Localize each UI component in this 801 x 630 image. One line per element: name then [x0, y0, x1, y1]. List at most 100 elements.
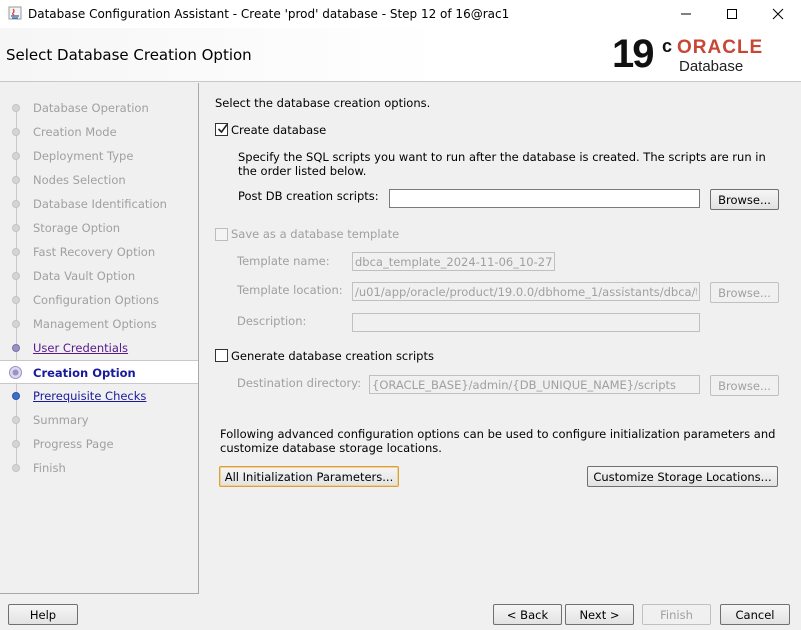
save-template-label[interactable]: Save as a database template [231, 227, 399, 241]
sidebar-step: Configuration Options [0, 288, 198, 312]
sidebar-step-label: Prerequisite Checks [33, 389, 147, 403]
logo-product: Database [679, 58, 744, 75]
sidebar-step[interactable]: User Credentials [0, 336, 198, 360]
create-database-checkbox[interactable] [215, 123, 228, 136]
template-name-value: dbca_template_2024-11-06_10-27-< [355, 255, 552, 269]
customize-storage-button[interactable]: Customize Storage Locations... [587, 466, 778, 487]
wizard-footer: Help < Back Next > Finish Cancel [0, 595, 801, 630]
sidebar-step: Management Options [0, 312, 198, 336]
scripts-description-line2: the order listed below. [238, 164, 367, 178]
sidebar-step: Nodes Selection [0, 168, 198, 192]
sidebar-step: Storage Option [0, 216, 198, 240]
sidebar-step-label: Management Options [33, 317, 157, 331]
generate-scripts-checkbox[interactable] [215, 349, 228, 362]
step-status-icon [12, 104, 20, 112]
sidebar-step[interactable]: Creation Option [0, 360, 198, 384]
step-status-icon [12, 344, 20, 352]
sidebar-step: Deployment Type [0, 144, 198, 168]
logo-brand: ORACLE [677, 37, 764, 58]
finish-button[interactable]: Finish [642, 604, 711, 625]
template-location-value: /u01/app/oracle/product/19.0.0/dbhome_1/… [355, 285, 697, 299]
sidebar-step: Database Operation [0, 96, 198, 120]
sidebar-step-label: Storage Option [33, 221, 121, 235]
step-status-icon [12, 152, 20, 160]
sidebar-step: Fast Recovery Option [0, 240, 198, 264]
help-button[interactable]: Help [8, 604, 78, 625]
sidebar-step-label: Deployment Type [33, 149, 134, 163]
next-button[interactable]: Next > [565, 604, 634, 625]
create-database-label[interactable]: Create database [231, 123, 326, 137]
destination-directory-input[interactable]: {ORACLE_BASE}/admin/{DB_UNIQUE_NAME}/scr… [369, 375, 700, 394]
sidebar-step-label: Database Operation [33, 101, 149, 115]
template-location-browse-button[interactable]: Browse... [710, 282, 779, 303]
java-app-icon [8, 6, 22, 20]
back-button[interactable]: < Back [493, 604, 562, 625]
step-status-icon [12, 200, 20, 208]
template-description-label: Description: [237, 314, 307, 328]
step-status-icon [12, 416, 20, 424]
template-name-input[interactable]: dbca_template_2024-11-06_10-27-< [352, 252, 555, 271]
advanced-options-line1: Following advanced configuration options… [220, 427, 776, 441]
sidebar-step: Creation Mode [0, 120, 198, 144]
close-icon [772, 8, 784, 20]
maximize-icon [727, 9, 737, 19]
minimize-button[interactable] [663, 0, 709, 28]
window-title: Database Configuration Assistant - Creat… [28, 7, 510, 21]
save-template-checkbox[interactable] [215, 228, 228, 241]
scripts-description-line1: Specify the SQL scripts you want to run … [238, 150, 766, 164]
sidebar-step[interactable]: Prerequisite Checks [0, 384, 198, 408]
sidebar-step-label: Database Identification [33, 197, 167, 211]
template-location-input[interactable]: /u01/app/oracle/product/19.0.0/dbhome_1/… [352, 282, 700, 301]
sidebar-step: Finish [0, 456, 198, 480]
oracle-19c-logo: 19 c ORACLE Database [612, 32, 792, 78]
all-init-parameters-button[interactable]: All Initialization Parameters... [219, 466, 399, 487]
sidebar-step-label: Summary [33, 413, 89, 427]
sidebar-step: Data Vault Option [0, 264, 198, 288]
sidebar-step-label: Creation Mode [33, 125, 117, 139]
page-header: Select Database Creation Option 19 c ORA… [0, 28, 801, 82]
sidebar-step-label: Configuration Options [33, 293, 160, 307]
minimize-icon [681, 13, 691, 15]
template-location-label: Template location: [237, 283, 343, 297]
step-status-icon [12, 296, 20, 304]
sidebar-step: Progress Page [0, 432, 198, 456]
step-status-icon [12, 248, 20, 256]
advanced-options-line2: customize database storage locations. [220, 441, 442, 455]
sidebar-step-label: Progress Page [33, 437, 114, 451]
cancel-button[interactable]: Cancel [720, 604, 790, 625]
post-scripts-label: Post DB creation scripts: [238, 189, 379, 203]
step-status-icon [9, 366, 22, 379]
template-name-label: Template name: [237, 254, 330, 268]
step-status-icon [12, 272, 20, 280]
logo-version: 19 [612, 32, 654, 76]
close-button[interactable] [755, 0, 801, 28]
checkmark-icon [217, 124, 228, 134]
steps-sidebar: Database Operation Creation Mode Deploymen… [0, 83, 199, 594]
intro-text: Select the database creation options. [215, 96, 431, 110]
sidebar-step-label: Finish [33, 461, 66, 475]
destination-directory-label: Destination directory: [237, 376, 362, 390]
sidebar-step-label: Data Vault Option [33, 269, 136, 283]
sidebar-step-label: Fast Recovery Option [33, 245, 156, 259]
sidebar-step: Database Identification [0, 192, 198, 216]
destination-browse-button[interactable]: Browse... [710, 375, 779, 396]
post-scripts-browse-button[interactable]: Browse... [710, 189, 779, 210]
destination-directory-value: {ORACLE_BASE}/admin/{DB_UNIQUE_NAME}/scr… [372, 378, 677, 392]
page-title: Select Database Creation Option [6, 46, 252, 64]
main-panel: Select the database creation options. Cr… [200, 83, 801, 594]
logo-version-suffix: c [662, 36, 673, 56]
step-status-icon [12, 176, 20, 184]
maximize-button[interactable] [709, 0, 755, 28]
step-status-icon [12, 128, 20, 136]
post-scripts-input[interactable] [389, 189, 700, 208]
generate-scripts-label[interactable]: Generate database creation scripts [231, 349, 434, 363]
sidebar-step: Summary [0, 408, 198, 432]
step-status-icon [12, 224, 20, 232]
step-status-icon [12, 392, 20, 400]
step-status-icon [12, 440, 20, 448]
title-bar: Database Configuration Assistant - Creat… [0, 0, 801, 28]
step-status-icon [12, 320, 20, 328]
sidebar-step-label: Creation Option [33, 366, 136, 380]
sidebar-step-label: Nodes Selection [33, 173, 126, 187]
template-description-input[interactable] [352, 313, 700, 332]
